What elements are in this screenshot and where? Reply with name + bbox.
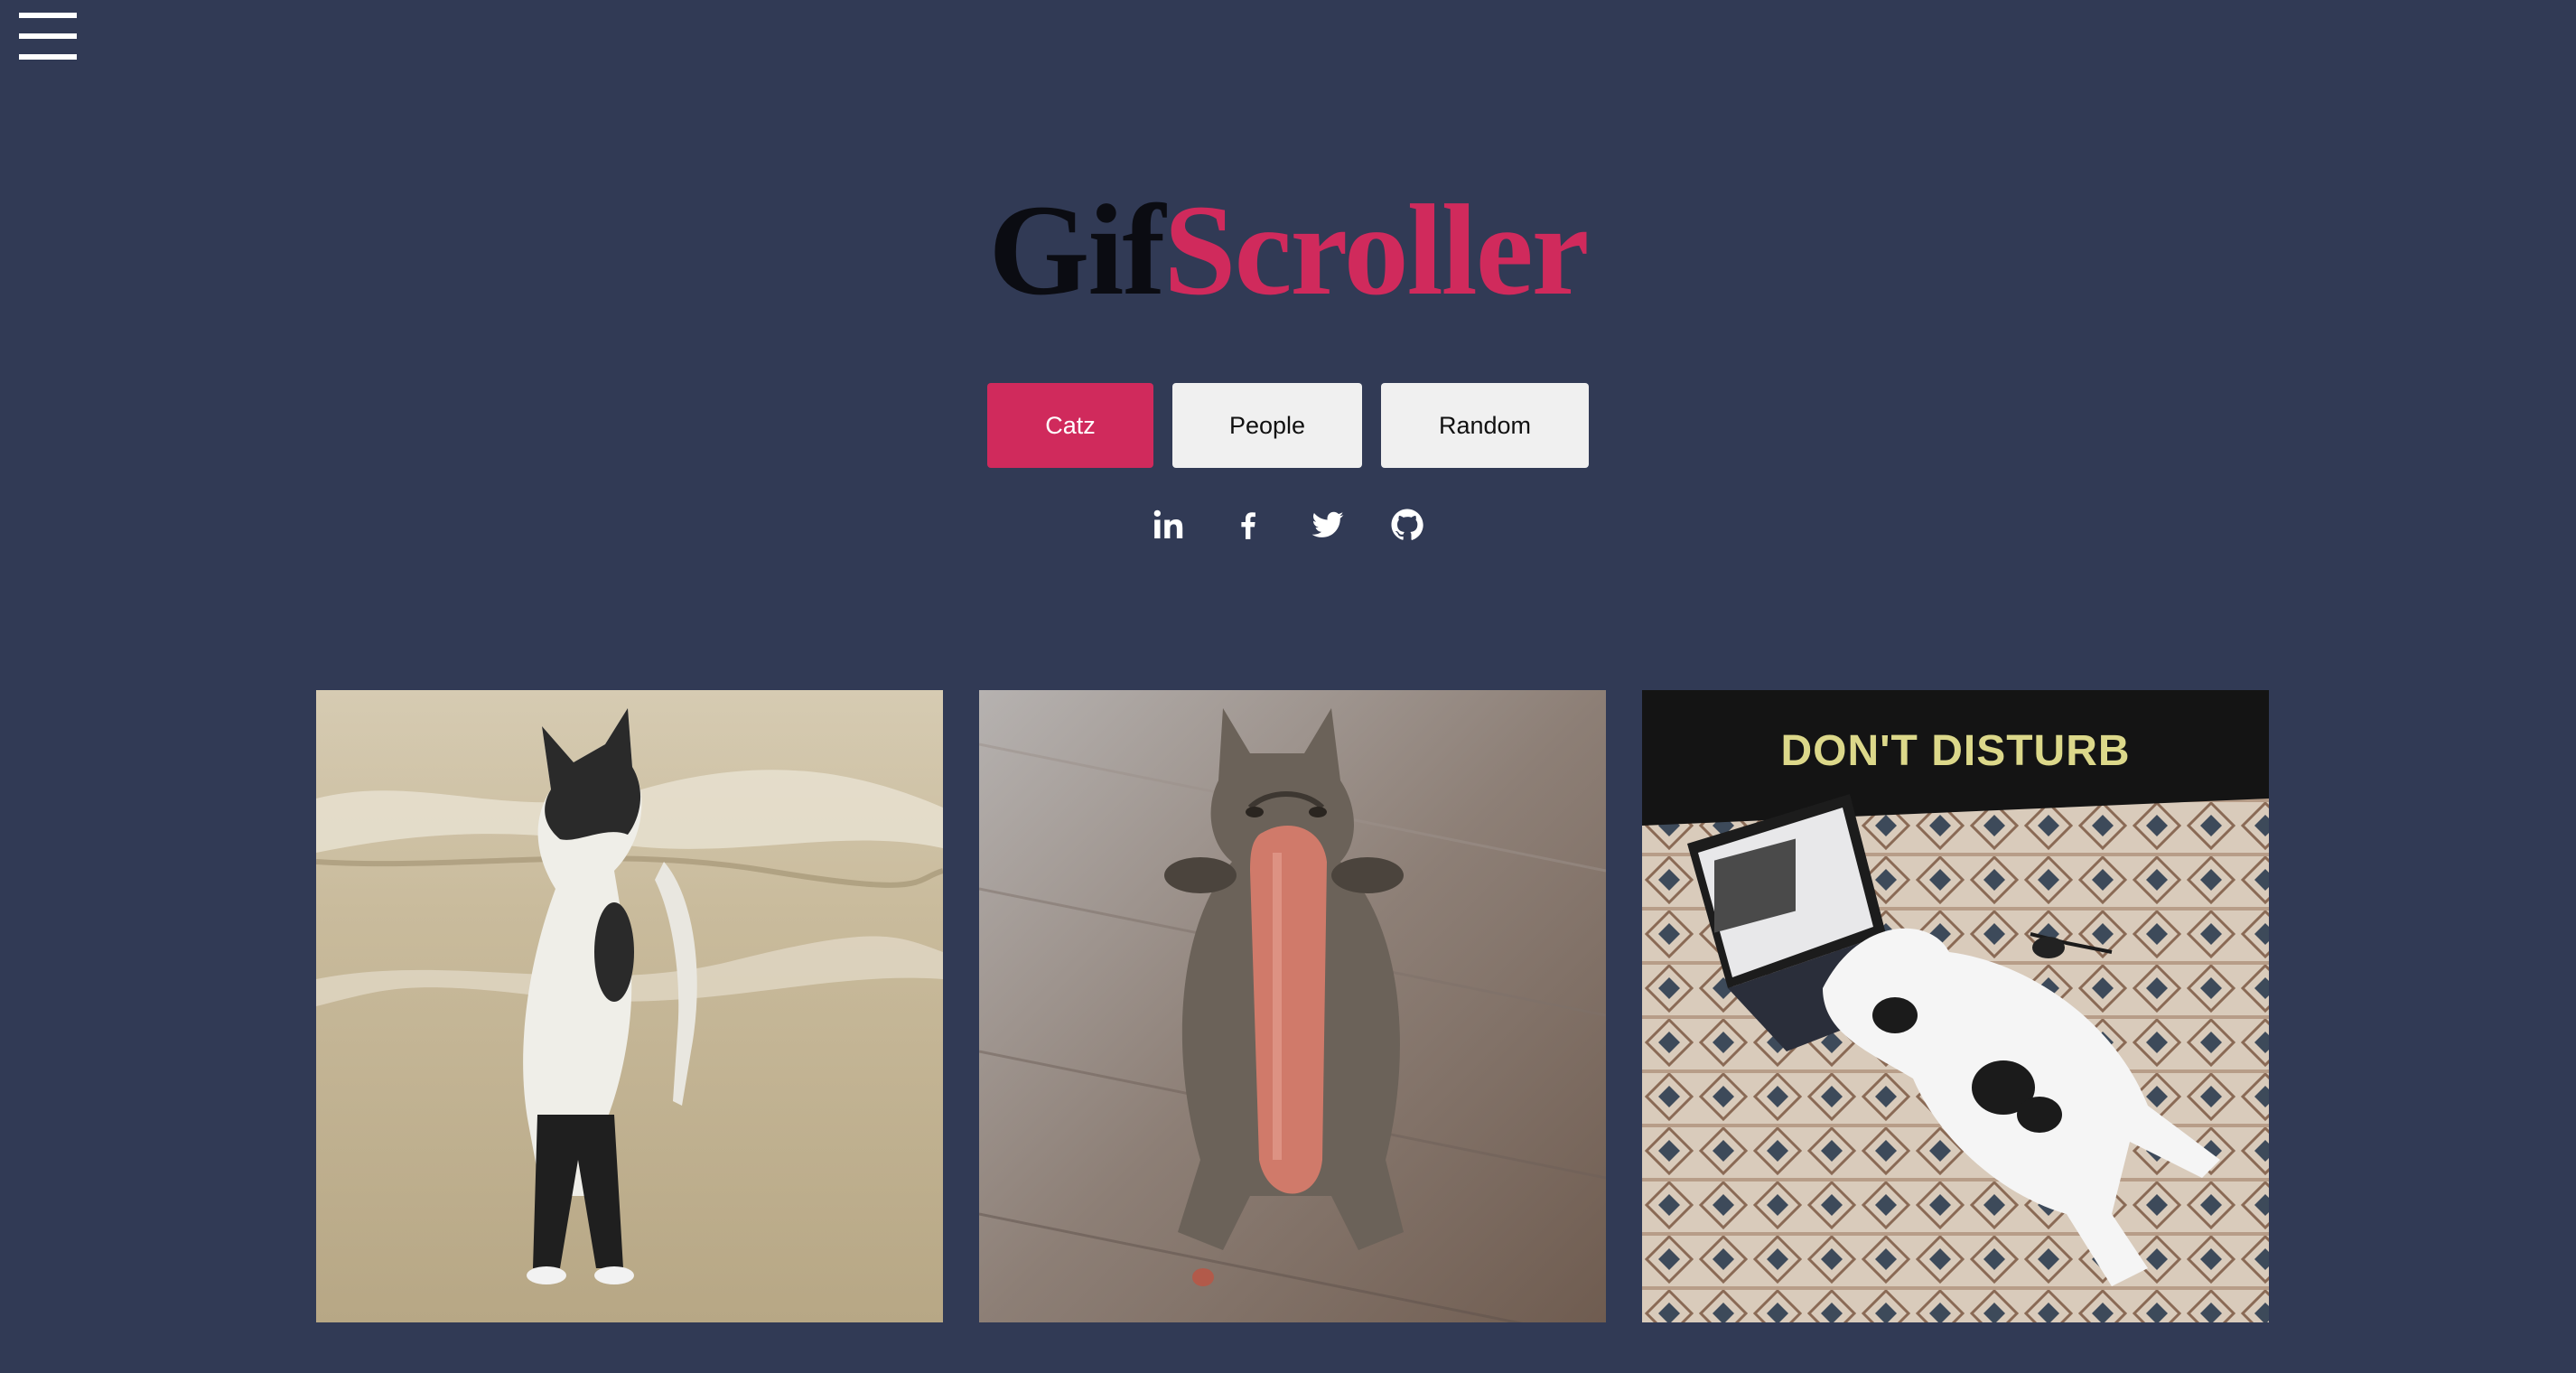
github-icon[interactable] xyxy=(1389,506,1425,544)
cat-standing-beach-image xyxy=(316,690,943,1322)
menu-bar xyxy=(19,33,77,39)
twitter-icon[interactable] xyxy=(1310,506,1346,544)
gif-card[interactable]: DON'T DISTURB xyxy=(1642,690,2269,1322)
cat-laptop-image xyxy=(1642,690,2269,1322)
people-button[interactable]: People xyxy=(1172,383,1362,468)
facebook-icon[interactable] xyxy=(1230,506,1266,544)
linkedin-icon[interactable] xyxy=(1151,506,1187,544)
title-scroller: Scroller xyxy=(1163,179,1589,322)
gif-caption: DON'T DISTURB xyxy=(1780,727,2131,775)
category-buttons: Catz People Random xyxy=(0,383,2576,468)
gif-card[interactable] xyxy=(316,690,943,1322)
cat-sausage-image xyxy=(979,690,1606,1322)
hamburger-menu-icon[interactable] xyxy=(19,13,77,60)
social-links xyxy=(0,506,2576,544)
menu-bar xyxy=(19,13,77,18)
page-title: GifScroller xyxy=(0,179,2576,323)
title-gif: Gif xyxy=(988,179,1165,322)
menu-bar xyxy=(19,54,77,60)
catz-button[interactable]: Catz xyxy=(987,383,1153,468)
random-button[interactable]: Random xyxy=(1381,383,1589,468)
gif-card[interactable] xyxy=(979,690,1606,1322)
gif-gallery: DON'T DISTURB xyxy=(316,690,2269,1322)
